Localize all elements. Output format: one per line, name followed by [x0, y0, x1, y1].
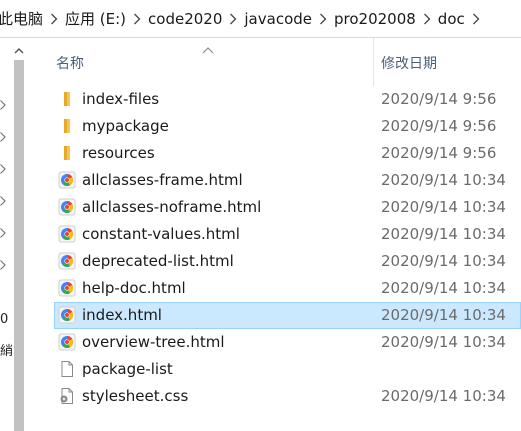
html-file-icon	[58, 279, 76, 297]
chevron-right-icon[interactable]	[314, 0, 332, 37]
folder-icon	[58, 117, 76, 135]
chevron-right-icon[interactable]	[128, 0, 146, 37]
file-name[interactable]: allclasses-frame.html	[82, 171, 243, 189]
file-row-help-doc[interactable]: help-doc.html 2020/9/14 10:34	[54, 275, 521, 302]
html-file-icon	[58, 333, 76, 351]
file-row-stylesheet[interactable]: stylesheet.css 2020/9/14 10:34	[54, 383, 521, 410]
file-date: 2020/9/14 10:34	[381, 252, 506, 270]
file-date: 2020/9/14 9:56	[381, 117, 497, 135]
breadcrumb-this-pc[interactable]: 此电脑	[0, 8, 45, 29]
file-row-allclasses-noframe[interactable]: allclasses-noframe.html 2020/9/14 10:34	[54, 194, 521, 221]
chevron-right-icon[interactable]	[418, 0, 436, 37]
scroll-up-icon[interactable]	[12, 44, 26, 58]
file-date: 2020/9/14 9:56	[381, 90, 497, 108]
css-file-icon	[58, 387, 76, 405]
file-row-package-list[interactable]: package-list	[54, 356, 521, 383]
column-header-date-modified[interactable]: 修改日期	[381, 53, 437, 73]
chevron-right-icon[interactable]	[224, 0, 242, 37]
file-date: 2020/9/14 10:34	[381, 225, 506, 243]
html-file-icon	[58, 252, 76, 270]
chevron-right-icon[interactable]	[0, 100, 8, 110]
file-date: 2020/9/14 10:34	[381, 279, 506, 297]
file-name[interactable]: package-list	[82, 360, 173, 378]
file-date: 2020/9/14 10:34	[381, 171, 506, 189]
chevron-right-icon[interactable]	[0, 164, 8, 174]
file-date: 2020/9/14 9:56	[381, 144, 497, 162]
file-name[interactable]: resources	[82, 144, 155, 162]
chevron-right-icon[interactable]	[45, 0, 63, 37]
file-name[interactable]: constant-values.html	[82, 225, 240, 243]
html-file-icon	[58, 225, 76, 243]
breadcrumb-doc[interactable]: doc	[436, 10, 467, 28]
file-row-overview-tree[interactable]: overview-tree.html 2020/9/14 10:34	[54, 329, 521, 356]
nav-item-label-fragment[interactable]: 0	[0, 312, 8, 327]
file-name[interactable]: index.html	[82, 306, 162, 324]
sort-ascending-icon	[202, 42, 214, 54]
file-row-index-html[interactable]: index.html 2020/9/14 10:34	[54, 302, 521, 329]
breadcrumb-pro202008[interactable]: pro202008	[332, 10, 418, 28]
html-file-icon	[58, 171, 76, 189]
file-name[interactable]: allclasses-noframe.html	[82, 198, 261, 216]
column-headers: 名称 修改日期	[27, 38, 521, 86]
file-row-mypackage[interactable]: mypackage 2020/9/14 9:56	[54, 113, 521, 140]
file-date: 2020/9/14 10:34	[381, 306, 506, 324]
file-row-deprecated-list[interactable]: deprecated-list.html 2020/9/14 10:34	[54, 248, 521, 275]
folder-icon	[58, 144, 76, 162]
chevron-right-icon[interactable]	[0, 196, 8, 206]
blank-file-icon	[58, 360, 76, 378]
file-name[interactable]: help-doc.html	[82, 279, 186, 297]
breadcrumb-drive-e[interactable]: 应用 (E:)	[63, 8, 128, 29]
file-list: index-files 2020/9/14 9:56 mypackage 202…	[54, 86, 521, 410]
column-divider[interactable]	[373, 38, 374, 86]
file-name[interactable]: stylesheet.css	[82, 387, 188, 405]
breadcrumb-code2020[interactable]: code2020	[146, 10, 224, 28]
file-row-resources[interactable]: resources 2020/9/14 9:56	[54, 140, 521, 167]
file-row-constant-values[interactable]: constant-values.html 2020/9/14 10:34	[54, 221, 521, 248]
html-file-icon	[58, 198, 76, 216]
file-name[interactable]: index-files	[82, 90, 159, 108]
breadcrumb-javacode[interactable]: javacode	[242, 10, 314, 28]
folder-icon	[58, 90, 76, 108]
scrollbar-thumb[interactable]	[14, 60, 24, 431]
column-header-name[interactable]: 名称	[56, 53, 84, 73]
file-name[interactable]: mypackage	[82, 117, 169, 135]
file-row-allclasses-frame[interactable]: allclasses-frame.html 2020/9/14 10:34	[54, 167, 521, 194]
address-bar[interactable]: 此电脑 应用 (E:) code2020 javacode pro202008 …	[0, 0, 521, 38]
chevron-right-icon[interactable]	[467, 0, 485, 37]
chevron-right-icon[interactable]	[0, 228, 8, 238]
chevron-right-icon[interactable]	[0, 260, 8, 270]
chevron-right-icon[interactable]	[0, 132, 8, 142]
file-date: 2020/9/14 10:34	[381, 198, 506, 216]
file-date: 2020/9/14 10:34	[381, 387, 506, 405]
html-file-icon	[58, 306, 76, 324]
file-row-index-files[interactable]: index-files 2020/9/14 9:56	[54, 86, 521, 113]
file-date: 2020/9/14 10:34	[381, 333, 506, 351]
file-name[interactable]: deprecated-list.html	[82, 252, 234, 270]
file-name[interactable]: overview-tree.html	[82, 333, 225, 351]
